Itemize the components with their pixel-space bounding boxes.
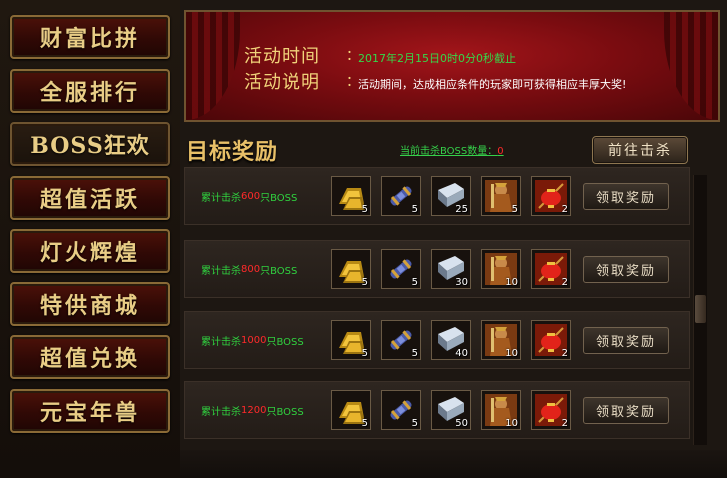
kill-count-prefix: 当前击杀BOSS数量： bbox=[400, 146, 498, 157]
reward-condition-label: 累计击杀 800 只BOSS bbox=[201, 241, 297, 297]
claim-reward-button[interactable]: 领取奖励 bbox=[583, 397, 669, 424]
reward-item-slot[interactable]: 5 bbox=[331, 249, 371, 289]
reward-item-slot[interactable]: 5 bbox=[381, 176, 421, 216]
reward-item-count: 5 bbox=[411, 277, 418, 288]
condition-kill-number: 1000 bbox=[241, 334, 267, 346]
condition-prefix: 累计击杀 bbox=[201, 265, 241, 277]
section-title: 目标奖励 bbox=[186, 139, 279, 165]
main-panel: 活动时间 ： 2017年2月15日0时0分0秒截止 活动说明 ： 活动期间，达成… bbox=[180, 0, 727, 478]
event-banner: 活动时间 ： 2017年2月15日0时0分0秒截止 活动说明 ： 活动期间，达成… bbox=[184, 10, 720, 122]
reward-item-count: 5 bbox=[361, 204, 368, 215]
reward-item-slot[interactable]: 5 bbox=[381, 390, 421, 430]
reward-item-slot[interactable]: 10 bbox=[481, 320, 521, 360]
reward-item-count: 50 bbox=[455, 418, 468, 429]
reward-item-slot[interactable]: 5 bbox=[381, 249, 421, 289]
reward-item-count: 5 bbox=[361, 418, 368, 429]
condition-suffix: 只BOSS bbox=[266, 406, 304, 418]
condition-kill-number: 1200 bbox=[241, 404, 267, 416]
reward-condition-label: 累计击杀 1000 只BOSS bbox=[201, 312, 304, 368]
reward-row: 累计击杀 1200 只BOSS 5 5 50 10 2 领取奖励 bbox=[184, 381, 690, 439]
curtain-right-decoration bbox=[664, 12, 718, 120]
reward-item-count: 2 bbox=[561, 204, 568, 215]
sidebar-nav: 财富比拼 全服排行 BOSS狂欢 超值活跃 灯火辉煌 特供商城 超值兑换 元宝年… bbox=[0, 0, 180, 478]
reward-item-slot[interactable]: 25 bbox=[431, 176, 471, 216]
curtain-left-decoration bbox=[186, 12, 240, 120]
reward-item-slot[interactable]: 40 bbox=[431, 320, 471, 360]
nav-item-lantern-festival[interactable]: 灯火辉煌 bbox=[10, 229, 170, 273]
condition-suffix: 只BOSS bbox=[260, 192, 298, 204]
reward-item-count: 10 bbox=[505, 348, 518, 359]
reward-item-count: 10 bbox=[505, 277, 518, 288]
reward-item-count: 25 bbox=[455, 204, 468, 215]
condition-prefix: 累计击杀 bbox=[201, 336, 241, 348]
reward-item-slot[interactable]: 10 bbox=[481, 390, 521, 430]
claim-reward-button[interactable]: 领取奖励 bbox=[583, 256, 669, 283]
reward-list: 累计击杀 600 只BOSS 5 5 25 5 2 领取奖励 累计击杀 800 只BOSS … bbox=[180, 167, 710, 447]
condition-kill-number: 800 bbox=[241, 263, 261, 275]
nav-item-yuanbao-beast[interactable]: 元宝年兽 bbox=[10, 389, 170, 433]
reward-item-slot[interactable]: 5 bbox=[331, 390, 371, 430]
kill-count-link[interactable]: 当前击杀BOSS数量：0 bbox=[400, 142, 504, 157]
condition-suffix: 只BOSS bbox=[260, 265, 298, 277]
reward-item-count: 5 bbox=[411, 348, 418, 359]
claim-reward-button[interactable]: 领取奖励 bbox=[583, 327, 669, 354]
reward-item-slot[interactable]: 5 bbox=[381, 320, 421, 360]
reward-row: 累计击杀 1000 只BOSS 5 5 40 10 2 领取奖励 bbox=[184, 311, 690, 369]
reward-item-count: 5 bbox=[511, 204, 518, 215]
reward-row: 累计击杀 800 只BOSS 5 5 30 10 2 领取奖励 bbox=[184, 240, 690, 298]
nav-item-value-active[interactable]: 超值活跃 bbox=[10, 176, 170, 220]
reward-item-count: 40 bbox=[455, 348, 468, 359]
reward-condition-label: 累计击杀 600 只BOSS bbox=[201, 168, 297, 224]
go-kill-button[interactable]: 前往击杀 bbox=[592, 136, 688, 164]
reward-condition-label: 累计击杀 1200 只BOSS bbox=[201, 382, 304, 438]
claim-reward-button[interactable]: 领取奖励 bbox=[583, 183, 669, 210]
scrollbar-thumb[interactable] bbox=[695, 295, 706, 323]
reward-item-count: 30 bbox=[455, 277, 468, 288]
reward-item-slot[interactable]: 2 bbox=[531, 390, 571, 430]
reward-item-count: 2 bbox=[561, 348, 568, 359]
reward-item-count: 10 bbox=[505, 418, 518, 429]
event-desc-value: 活动期间，达成相应条件的玩家即可获得相应丰厚大奖! bbox=[358, 78, 627, 91]
reward-item-slot[interactable]: 2 bbox=[531, 176, 571, 216]
reward-item-count: 5 bbox=[411, 204, 418, 215]
condition-prefix: 累计击杀 bbox=[201, 406, 241, 418]
reward-item-slot[interactable]: 2 bbox=[531, 249, 571, 289]
event-time-value: 2017年2月15日0时0分0秒截止 bbox=[358, 52, 516, 65]
kill-count-value: 0 bbox=[497, 146, 504, 157]
nav-item-server-ranking[interactable]: 全服排行 bbox=[10, 69, 170, 113]
reward-item-count: 5 bbox=[361, 277, 368, 288]
nav-item-wealth-contest[interactable]: 财富比拼 bbox=[10, 15, 170, 59]
reward-list-scrollbar[interactable] bbox=[693, 175, 707, 445]
nav-item-boss-carnival[interactable]: BOSS狂欢 bbox=[10, 122, 170, 166]
reward-row: 累计击杀 600 只BOSS 5 5 25 5 2 领取奖励 bbox=[184, 167, 690, 225]
nav-item-value-exchange[interactable]: 超值兑换 bbox=[10, 335, 170, 379]
condition-kill-number: 600 bbox=[241, 190, 261, 202]
reward-item-slot[interactable]: 5 bbox=[481, 176, 521, 216]
reward-item-slot[interactable]: 2 bbox=[531, 320, 571, 360]
condition-suffix: 只BOSS bbox=[266, 336, 304, 348]
bottom-frame bbox=[180, 450, 727, 478]
condition-prefix: 累计击杀 bbox=[201, 192, 241, 204]
reward-item-count: 5 bbox=[361, 348, 368, 359]
nav-item-special-shop[interactable]: 特供商城 bbox=[10, 282, 170, 326]
reward-item-slot[interactable]: 10 bbox=[481, 249, 521, 289]
reward-item-count: 2 bbox=[561, 277, 568, 288]
reward-item-count: 5 bbox=[411, 418, 418, 429]
reward-item-slot[interactable]: 30 bbox=[431, 249, 471, 289]
reward-item-slot[interactable]: 5 bbox=[331, 176, 371, 216]
reward-item-slot[interactable]: 5 bbox=[331, 320, 371, 360]
event-time-label: 活动时间 bbox=[244, 46, 320, 67]
reward-item-count: 2 bbox=[561, 418, 568, 429]
event-desc-label: 活动说明 bbox=[244, 72, 320, 93]
reward-item-slot[interactable]: 50 bbox=[431, 390, 471, 430]
